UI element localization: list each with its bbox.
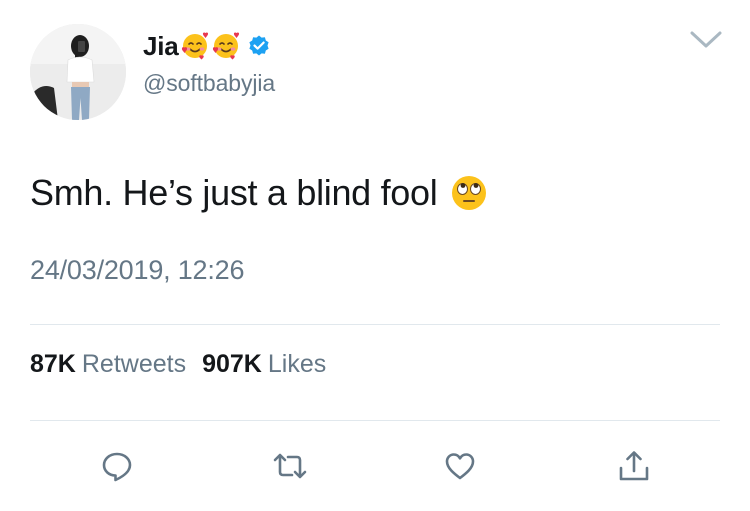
reply-button[interactable]	[97, 446, 137, 486]
chevron-down-icon[interactable]	[688, 26, 724, 54]
action-bar	[0, 440, 750, 490]
divider	[30, 324, 720, 325]
tweet-text-row: Smh. He’s just a blind fool	[30, 172, 489, 214]
engagement-stats: 87K Retweets 907K Likes	[30, 350, 326, 379]
share-icon	[619, 451, 649, 481]
reply-icon	[102, 452, 132, 482]
retweets-label: Retweets	[81, 350, 187, 378]
retweet-icon	[273, 453, 307, 479]
tweet-text: Smh. He’s just a blind fool	[30, 172, 438, 213]
likes-label: Likes	[267, 350, 327, 378]
smiling-face-with-hearts-icon	[211, 31, 241, 61]
share-button[interactable]	[614, 446, 654, 486]
likes-count: 907K	[202, 350, 262, 378]
verified-badge-icon	[247, 34, 271, 58]
divider	[30, 420, 720, 421]
smiling-face-with-hearts-icon	[180, 31, 210, 61]
face-with-rolling-eyes-icon	[449, 173, 489, 213]
retweets-count: 87K	[30, 350, 76, 378]
like-button[interactable]	[440, 446, 480, 486]
display-name[interactable]: Jia	[143, 31, 179, 62]
tweet-timestamp[interactable]: 24/03/2019, 12:26	[30, 255, 245, 286]
retweets-stat[interactable]: 87K Retweets	[30, 350, 186, 379]
avatar[interactable]	[30, 24, 126, 120]
avatar-photo	[30, 24, 126, 120]
like-icon	[445, 453, 475, 480]
user-handle[interactable]: @softbabyjia	[143, 70, 275, 97]
likes-stat[interactable]: 907K Likes	[202, 350, 326, 379]
retweet-button[interactable]	[270, 446, 310, 486]
author-name-row: Jia	[143, 26, 271, 66]
